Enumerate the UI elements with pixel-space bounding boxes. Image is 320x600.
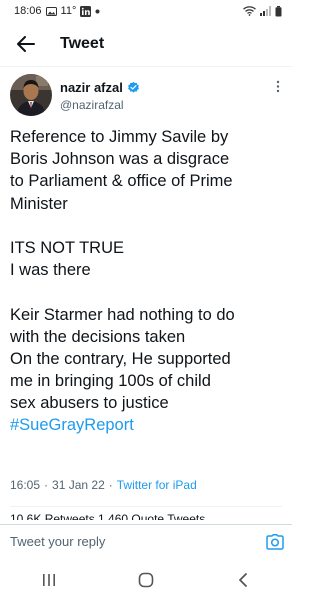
meta-separator: ·	[108, 478, 113, 492]
meta-separator: ·	[44, 478, 49, 492]
home-button[interactable]	[126, 564, 166, 596]
system-nav-bar	[0, 560, 292, 600]
tweet-line: Reference to Jimmy Savile by	[10, 128, 229, 146]
tweet-line: to Parliament & office of Prime	[10, 172, 233, 191]
verified-icon	[127, 81, 139, 93]
more-vertical-icon	[276, 80, 280, 93]
status-time: 18:06	[14, 5, 42, 17]
reply-input[interactable]: Tweet your reply	[10, 534, 105, 549]
tweet-line: Boris Johnson was a disgrace	[10, 150, 230, 169]
tweet-line: with the decisions taken	[10, 327, 186, 346]
back-button[interactable]	[4, 26, 48, 62]
reply-bar: Tweet your reply	[0, 524, 292, 558]
system-back-button[interactable]	[223, 564, 263, 596]
display-name-row: nazir afzal	[60, 80, 140, 95]
meta-divider	[10, 506, 282, 507]
tweet-line: me in bringing 100s of child	[10, 372, 211, 391]
tweet-time: 16:05	[10, 478, 41, 492]
hashtag-link[interactable]: #SueGrayReport	[10, 414, 286, 436]
status-right	[243, 5, 282, 17]
battery-icon	[275, 5, 282, 17]
back-arrow-icon	[17, 36, 35, 52]
tweet-stats: 10.6K Retweets 1,460 Quote Tweets	[10, 512, 206, 520]
tweet-author: nazir afzal @nazirafzal	[10, 74, 282, 122]
display-name[interactable]: nazir afzal	[60, 80, 123, 95]
wifi-icon	[243, 6, 256, 16]
tweet-line: On the contrary, He supported	[10, 349, 231, 368]
tweet-line: sex abusers to justice	[10, 394, 169, 413]
more-options-button[interactable]	[276, 80, 280, 98]
chevron-left-icon	[239, 573, 248, 587]
camera-button[interactable]	[266, 533, 284, 550]
tweet-source-link[interactable]: Twitter for iPad	[117, 478, 197, 492]
handle[interactable]: @nazirafzal	[60, 98, 140, 112]
recent-apps-icon	[42, 574, 55, 586]
tweet-meta: 16:05 · 31 Jan 22 · Twitter for iPad	[10, 478, 197, 492]
camera-icon	[266, 533, 284, 550]
page-title: Tweet	[60, 35, 105, 52]
status-bar: 18:06 11°	[0, 0, 292, 22]
status-temperature: 11°	[60, 5, 77, 17]
header-divider	[0, 66, 292, 67]
tweet-line: I was there	[10, 261, 91, 280]
home-icon	[138, 572, 154, 588]
dot-icon	[95, 9, 100, 14]
app-header: Tweet	[0, 26, 292, 62]
tweet-date: 31 Jan 22	[52, 478, 105, 492]
linkedin-icon	[80, 5, 92, 17]
tweet-line: ITS NOT TRUE	[10, 238, 124, 257]
signal-icon	[260, 6, 271, 16]
avatar[interactable]	[10, 74, 52, 116]
tweet-line: Keir Starmer had nothing to do	[10, 305, 235, 324]
author-names: nazir afzal @nazirafzal	[60, 80, 140, 112]
tweet-text: Reference to Jimmy Savile by Boris Johns…	[10, 126, 286, 437]
recent-apps-button[interactable]	[29, 564, 69, 596]
status-left: 18:06 11°	[14, 5, 100, 17]
tweet-line: Minister	[10, 194, 68, 213]
gallery-icon	[45, 6, 57, 16]
